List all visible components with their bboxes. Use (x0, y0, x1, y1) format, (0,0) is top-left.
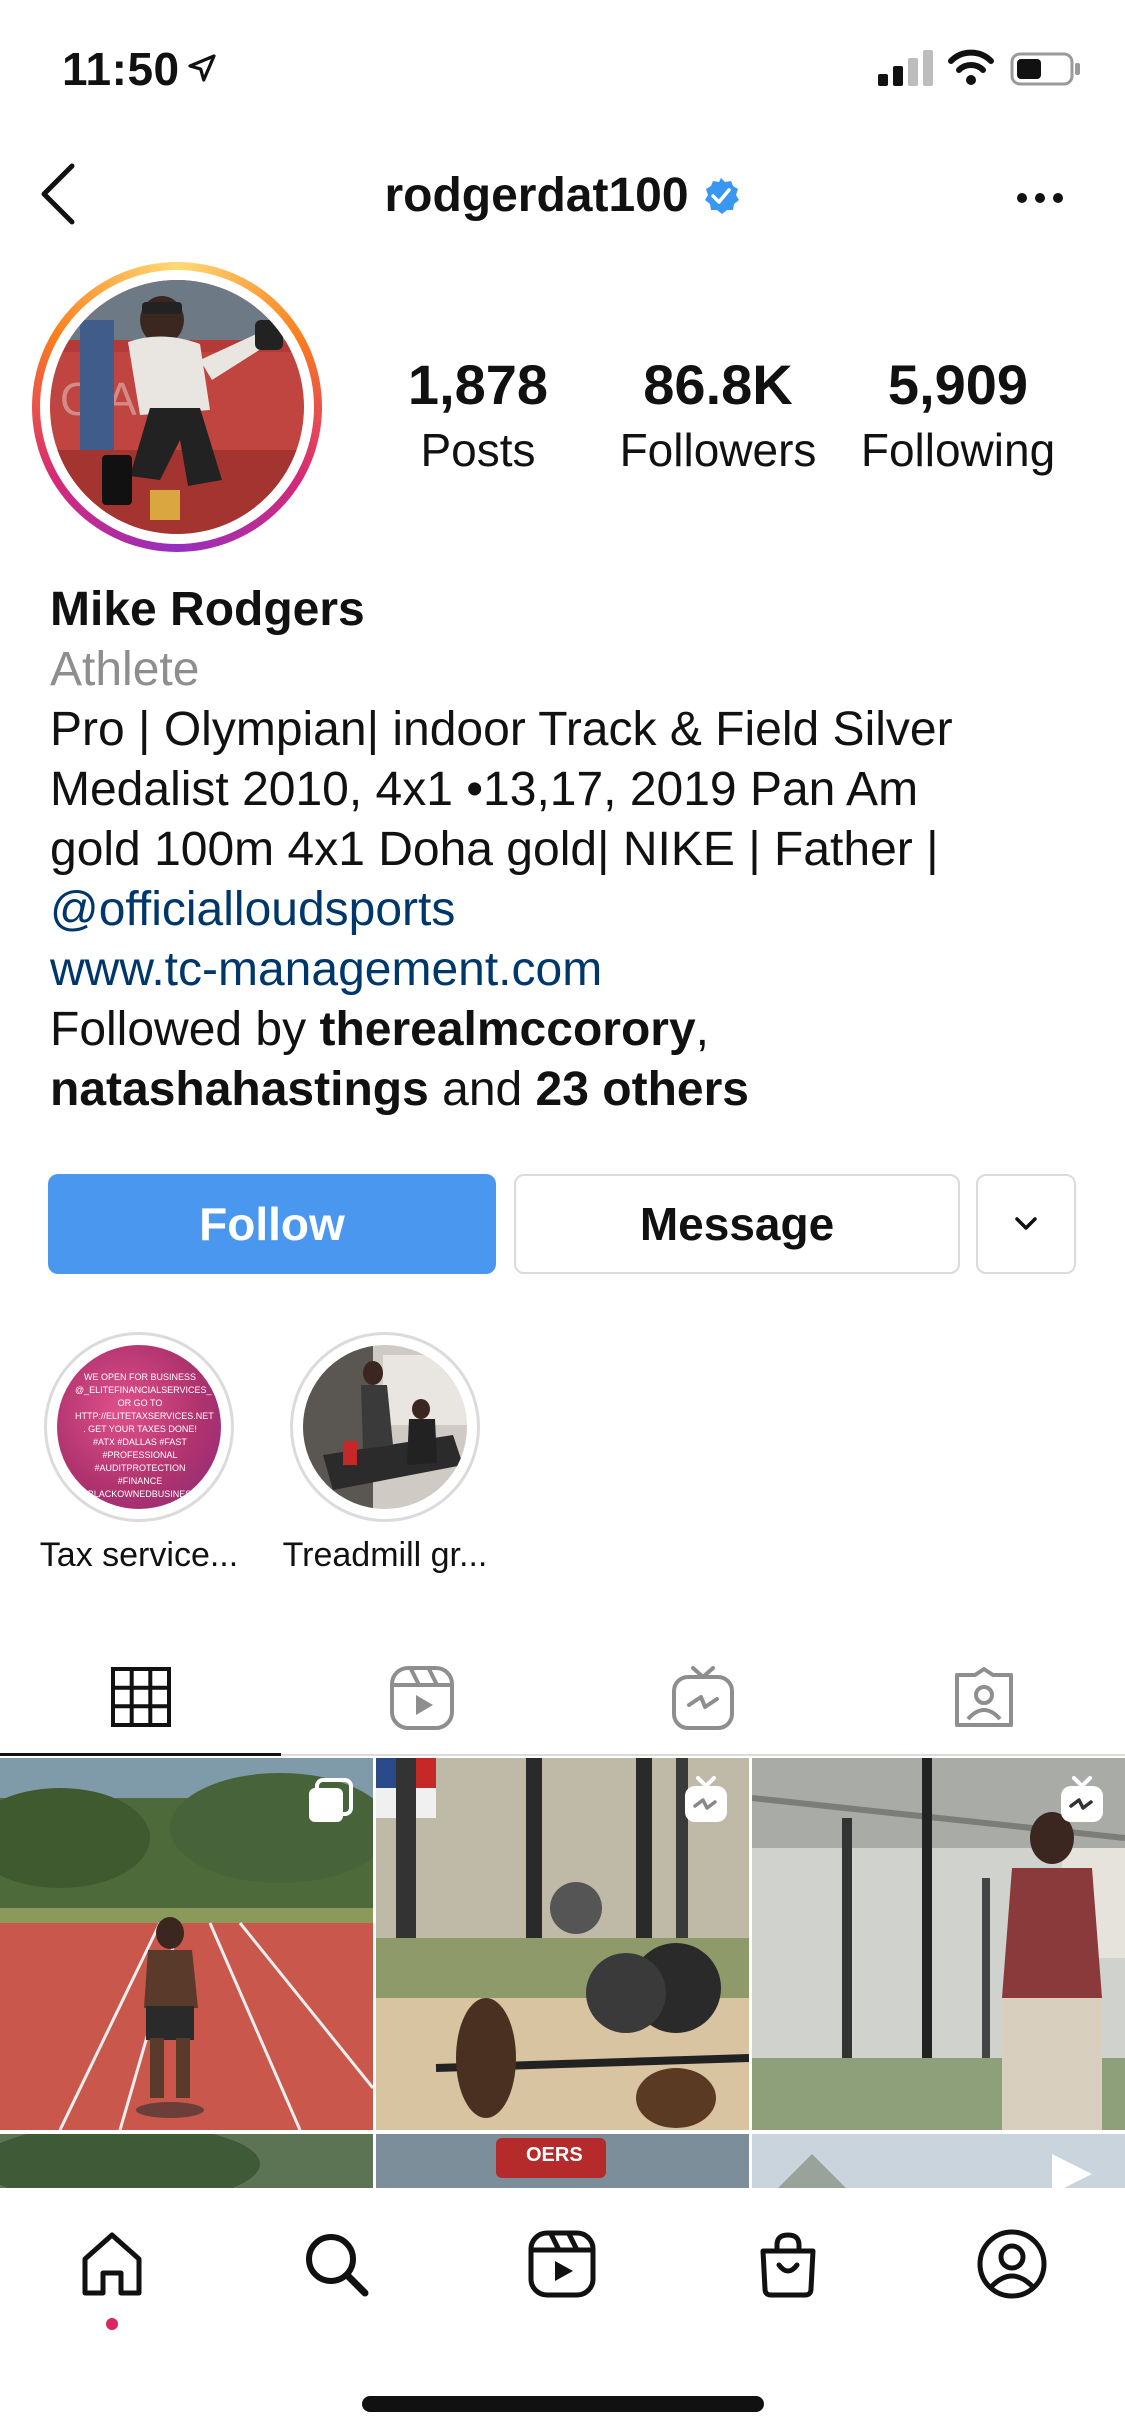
post-tile[interactable]: OERS (376, 2134, 749, 2188)
tagged-icon (954, 1667, 1013, 1727)
home-icon (82, 2232, 142, 2296)
notification-dot (106, 2318, 118, 2330)
following-label: Following (860, 424, 1056, 476)
bio-line: Pro | Olympian| indoor Track & Field Sil… (50, 703, 953, 756)
igtv-icon (1061, 1776, 1103, 1822)
profile-icon (977, 2229, 1047, 2299)
post-tile[interactable] (376, 1758, 749, 2130)
followed-by-line2[interactable]: natashahastings and 23 others (50, 1060, 1090, 1120)
profile-bio: Mike Rodgers Athlete Pro | Olympian| ind… (50, 580, 1090, 1120)
status-time: 11:50 (62, 43, 180, 95)
posts-label: Posts (420, 424, 536, 476)
verified-badge-icon (704, 177, 739, 214)
chevron-down-icon (1015, 1217, 1037, 1230)
post-tile[interactable] (0, 1758, 373, 2130)
nav-profile[interactable] (972, 2224, 1052, 2304)
highlight-treadmill[interactable]: Treadmill gr... (283, 1332, 487, 1575)
nav-search[interactable] (296, 2224, 376, 2304)
highlight-cover (303, 1345, 467, 1509)
bio-line: gold 100m 4x1 Doha gold| NIKE | Father | (50, 823, 939, 876)
profile-name: Mike Rodgers (50, 583, 365, 636)
reels-icon (389, 1666, 454, 1730)
battery-icon (1010, 52, 1080, 86)
stat-following[interactable]: 5,909 Following (848, 352, 1068, 477)
profile-header: rodgerdat100 (0, 168, 1125, 223)
tab-reels[interactable] (281, 1640, 562, 1756)
tab-grid[interactable] (0, 1640, 281, 1756)
highlight-tax-services[interactable]: WE OPEN FOR BUSINESS @_ELITEFINANCIALSER… (40, 1332, 238, 1575)
tab-tagged[interactable] (843, 1640, 1124, 1756)
home-indicator[interactable] (362, 2396, 764, 2412)
followed-by-user: natashahastings (50, 1063, 429, 1116)
stat-posts[interactable]: 1,878 Posts (388, 352, 568, 477)
post-tile[interactable] (752, 2134, 1125, 2188)
highlight-label: Treadmill gr... (282, 1536, 488, 1574)
followed-by[interactable]: Followed by therealmccorory, (50, 1000, 1090, 1060)
posts-grid: OERS (0, 1758, 1125, 2188)
followers-count: 86.8K (643, 353, 793, 416)
ellipsis-icon[interactable] (1014, 176, 1066, 220)
profile-tabs (0, 1640, 1125, 1756)
treadmill-photo (303, 1345, 467, 1509)
highlight-cover: WE OPEN FOR BUSINESS @_ELITEFINANCIALSER… (57, 1345, 221, 1509)
posts-count: 1,878 (407, 353, 549, 416)
following-count: 5,909 (887, 353, 1029, 416)
suggested-accounts-button[interactable] (976, 1174, 1076, 1274)
stat-followers[interactable]: 86.8K Followers (608, 352, 828, 477)
wifi-icon (948, 49, 994, 85)
post-partial-text: OERS (526, 2144, 583, 2166)
igtv-icon (685, 1776, 727, 1822)
followers-label: Followers (619, 424, 817, 476)
follow-button[interactable]: Follow (48, 1174, 496, 1274)
username-title: rodgerdat100 (384, 169, 689, 222)
followed-by-others: 23 others (535, 1063, 749, 1116)
status-bar: 11:50 (0, 0, 1125, 140)
bio-mention-link[interactable]: @officialloudsports (50, 880, 1090, 940)
profile-avatar[interactable]: O A (50, 280, 304, 534)
igtv-icon (671, 1666, 734, 1730)
post-tile[interactable] (0, 2134, 373, 2188)
nav-reels[interactable] (522, 2224, 602, 2304)
followed-by-prefix: Followed by (50, 1003, 320, 1056)
signal-icon (878, 50, 933, 86)
reels-icon (528, 2230, 596, 2298)
tab-igtv[interactable] (562, 1640, 843, 1756)
avatar-photo: O A (50, 280, 304, 534)
website-link[interactable]: www.tc-management.com (50, 940, 1090, 1000)
followed-by-user: therealmccorory (319, 1003, 696, 1056)
bio-line: Medalist 2010, 4x1 •13,17, 2019 Pan Am (50, 763, 919, 816)
nav-shop[interactable] (748, 2224, 828, 2304)
message-button[interactable]: Message (514, 1174, 960, 1274)
highlight-cover-text: WE OPEN FOR BUSINESS @_ELITEFINANCIALSER… (75, 1372, 214, 1499)
story-ring[interactable]: O A (32, 262, 322, 552)
location-arrow-icon (188, 54, 216, 82)
profile-category: Athlete (50, 643, 200, 696)
nav-home[interactable] (72, 2224, 152, 2304)
shop-icon (760, 2232, 816, 2298)
post-tile[interactable] (752, 1758, 1125, 2130)
search-icon (306, 2234, 369, 2297)
grid-icon (110, 1666, 171, 1727)
carousel-icon (309, 1778, 353, 1822)
